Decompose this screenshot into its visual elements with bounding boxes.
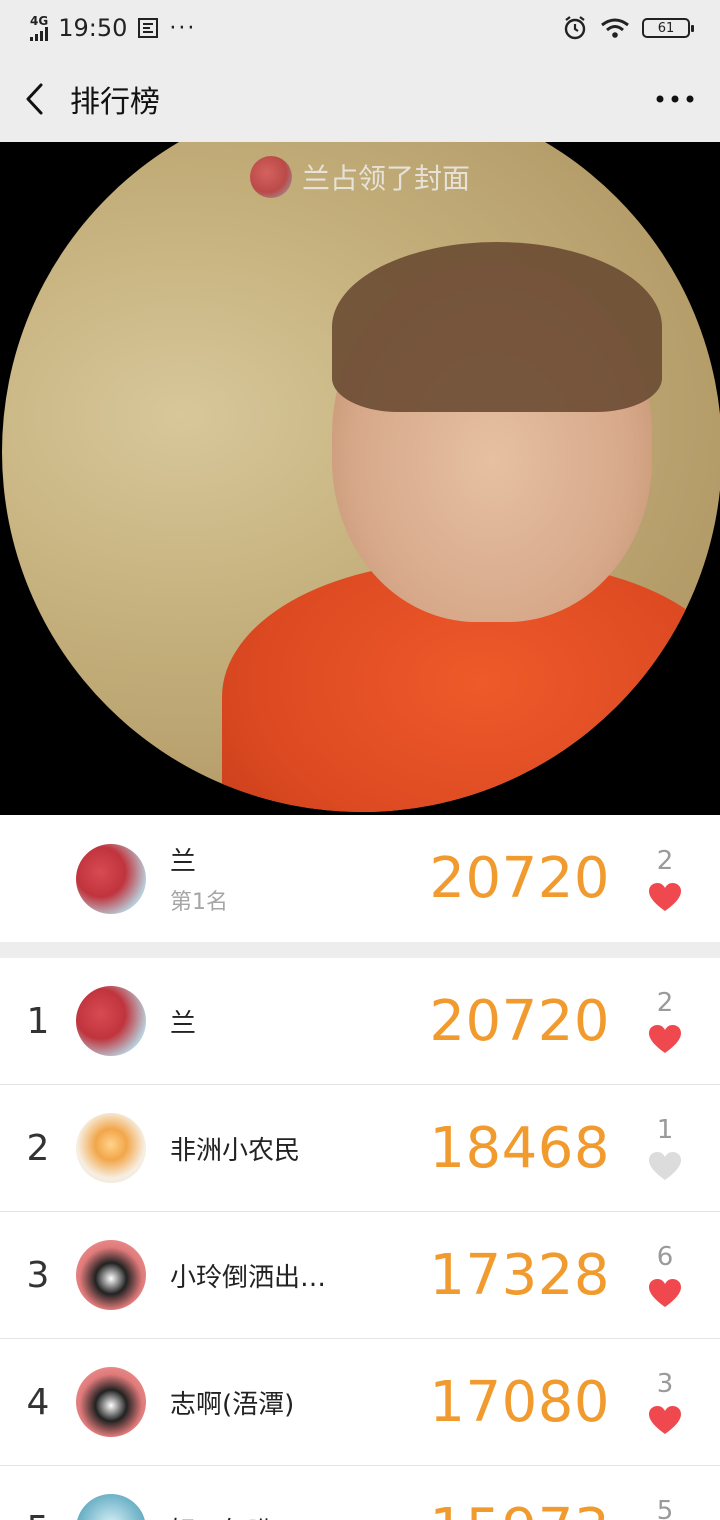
heart-icon <box>649 1406 681 1434</box>
status-extra: ··· <box>169 15 197 41</box>
step-count: 15973 <box>380 1497 610 1520</box>
my-name-block: 兰 第1名 <box>170 841 360 916</box>
like-count: 3 <box>656 1369 674 1399</box>
user-name: 非洲小农民 <box>170 1135 301 1166</box>
status-right: 61 <box>562 15 694 41</box>
user-name: 志啊(浯潭) <box>170 1389 295 1420</box>
avatar[interactable] <box>76 1367 146 1437</box>
step-count: 20720 <box>429 988 610 1054</box>
like-button[interactable]: 5 <box>610 1496 720 1520</box>
name-block: 小玲倒洒出… <box>170 1257 360 1294</box>
rank-number: 2 <box>26 1127 50 1169</box>
heart-icon <box>649 1025 681 1053</box>
like-button[interactable]: 2 <box>610 988 720 1054</box>
cover-hair <box>332 242 662 412</box>
avatar[interactable] <box>76 986 146 1056</box>
step-count: 17328 <box>429 1242 610 1308</box>
signal-icon <box>30 27 48 41</box>
my-rank-text: 第1名 <box>170 890 228 915</box>
user-name: 兰 <box>170 1008 197 1039</box>
like-button[interactable]: 6 <box>610 1242 720 1308</box>
network-type: 4G <box>30 14 49 28</box>
rank-number: 3 <box>26 1254 50 1296</box>
page-title: 排行榜 <box>70 85 160 120</box>
avatar[interactable] <box>76 1240 146 1310</box>
network-indicator: 4G <box>30 15 48 41</box>
step-count: 18468 <box>429 1115 610 1181</box>
caption-avatar <box>249 156 292 198</box>
my-name: 兰 <box>170 847 197 877</box>
my-steps: 20720 <box>429 846 610 911</box>
cover-caption: 兰占领了封面 <box>0 156 720 198</box>
user-name: 小玲倒洒出… <box>170 1262 327 1293</box>
battery-level: 61 <box>657 20 675 36</box>
name-block: 非洲小农民 <box>170 1130 360 1167</box>
more-dots-icon <box>656 95 694 103</box>
my-rank-row[interactable]: 兰 第1名 20720 2 <box>0 815 720 942</box>
user-name: 好天气哟 <box>170 1511 360 1520</box>
notification-icon <box>138 18 159 38</box>
cover-image[interactable]: 兰占领了封面 <box>0 142 720 815</box>
list-item[interactable]: 4 志啊(浯潭) 17080 3 <box>0 1339 720 1466</box>
rank-number: 5 <box>0 1509 76 1520</box>
name-block: 好天气哟 <box>170 1511 360 1520</box>
name-block: 志啊(浯潭) <box>170 1384 360 1421</box>
heart-icon <box>649 882 681 911</box>
list-item[interactable]: 3 小玲倒洒出… 17328 6 <box>0 1212 720 1339</box>
like-count: 5 <box>656 1496 674 1520</box>
avatar[interactable] <box>76 843 146 914</box>
back-button[interactable] <box>0 56 70 142</box>
ranking-list: 1 兰 20720 2 2 非洲小农民 18468 1 3 小玲倒洒出… 173… <box>0 958 720 1520</box>
heart-icon <box>649 1152 681 1180</box>
status-bar: 4G 19:50 ··· 61 <box>0 0 720 56</box>
more-button[interactable] <box>630 56 720 142</box>
cover-caption-text: 兰占领了封面 <box>301 162 470 195</box>
status-time: 19:50 <box>58 14 128 42</box>
like-button[interactable]: 1 <box>610 1115 720 1181</box>
alarm-icon <box>564 16 586 40</box>
section-divider <box>0 942 720 958</box>
name-block: 兰 <box>170 1003 360 1040</box>
cover-photo <box>2 142 720 812</box>
chevron-left-icon <box>26 83 43 115</box>
wifi-icon <box>601 18 629 38</box>
status-left: 4G 19:50 ··· <box>30 14 196 42</box>
like-count: 6 <box>656 1242 674 1272</box>
rank-number: 1 <box>26 1000 50 1042</box>
battery-icon: 61 <box>642 18 694 38</box>
step-count: 17080 <box>429 1369 610 1435</box>
like-button[interactable]: 3 <box>610 1369 720 1435</box>
like-count: 2 <box>656 845 674 876</box>
title-bar: 排行榜 <box>0 56 720 142</box>
avatar[interactable] <box>76 1113 146 1183</box>
like-count: 1 <box>656 1115 674 1145</box>
rank-number: 4 <box>26 1381 50 1423</box>
like-button[interactable]: 2 <box>610 846 720 912</box>
list-item[interactable]: 2 非洲小农民 18468 1 <box>0 1085 720 1212</box>
list-item[interactable]: 5 好天气哟 15973 5 <box>0 1466 720 1520</box>
like-count: 2 <box>656 988 674 1018</box>
list-item[interactable]: 1 兰 20720 2 <box>0 958 720 1085</box>
heart-icon <box>649 1279 681 1307</box>
avatar[interactable] <box>76 1494 146 1520</box>
